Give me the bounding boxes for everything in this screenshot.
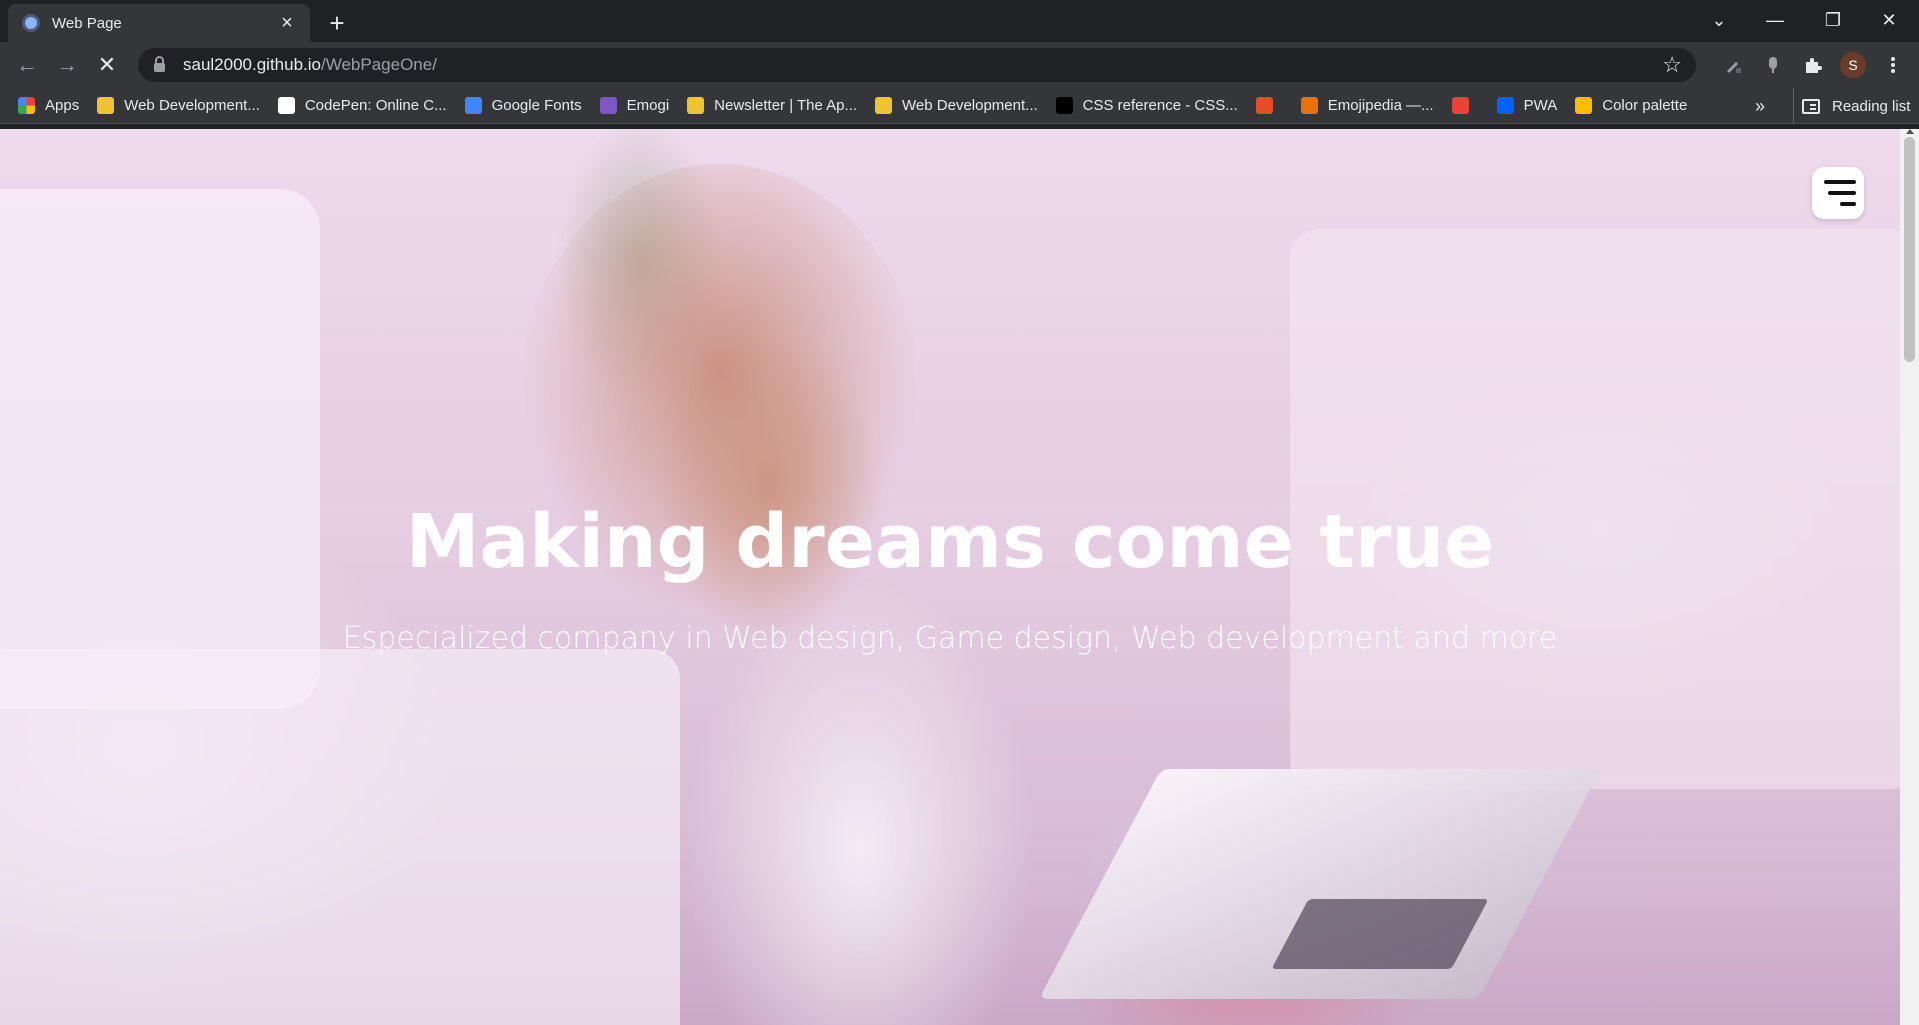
page-viewport: Making dreams come true Especialized com… (0, 129, 1900, 1025)
bookmark-item[interactable]: Web Development... (875, 97, 1038, 114)
new-tab-button[interactable]: + (322, 8, 352, 38)
reading-list-button[interactable]: Reading list (1793, 88, 1910, 124)
dropbox-icon (1496, 97, 1514, 114)
bookmark-label: Color palette (1602, 97, 1688, 114)
lock-icon (154, 55, 165, 72)
tab-search-button[interactable]: ⌄ (1696, 0, 1742, 40)
reading-list-icon (1802, 98, 1820, 114)
menu-line (1824, 180, 1856, 184)
bookmarks-overflow-button[interactable]: » (1755, 88, 1765, 124)
menu-line (1828, 191, 1856, 195)
bookmark-item[interactable]: CodePen: Online C... (277, 97, 447, 114)
browser-toolbar: ← → ✕ saul2000.github.io /WebPageOne/ ☆ … (0, 42, 1919, 88)
hero-subtitle: Especialized company in Web design, Game… (342, 621, 1558, 656)
scroll-up-arrow-icon[interactable] (1906, 129, 1914, 134)
bookmark-item[interactable]: Emojipedia —... (1300, 97, 1434, 114)
globe-icon (22, 14, 40, 32)
kebab-menu-icon[interactable] (1876, 48, 1910, 82)
hero-background-keyboard (1271, 899, 1489, 969)
reading-list-label: Reading list (1832, 97, 1911, 115)
page-scrollbar[interactable] (1900, 129, 1919, 1025)
browser-tab-active[interactable]: Web Page × (8, 4, 310, 42)
extension-pen-icon[interactable] (1716, 48, 1750, 82)
bookmarks-bar: Apps Web Development... CodePen: Online C.… (0, 88, 1919, 124)
bookmark-item[interactable] (1255, 97, 1283, 114)
extensions-puzzle-icon[interactable] (1796, 48, 1830, 82)
bookmark-item[interactable]: Google Fonts (464, 97, 582, 114)
bookmark-label: CSS reference - CSS... (1082, 97, 1238, 114)
developer-badge-icon (97, 97, 115, 114)
bookmark-label: Web Development... (902, 97, 1038, 114)
bookmark-label: Web Development... (124, 97, 260, 114)
hero-title: Making dreams come true (405, 499, 1495, 585)
bookmark-label: Newsletter | The Ap... (714, 97, 858, 114)
bookmark-item[interactable]: Color palette (1575, 97, 1687, 114)
bookmark-star-icon[interactable]: ☆ (1662, 52, 1682, 78)
address-bar[interactable]: saul2000.github.io /WebPageOne/ ☆ (138, 48, 1696, 82)
bookmark-item[interactable]: Web Development... (97, 97, 260, 114)
color-palette-icon (1575, 97, 1593, 114)
extension-mic-icon[interactable] (1756, 48, 1790, 82)
apps-grid-icon (18, 97, 35, 114)
developer-badge-icon (687, 97, 705, 114)
google-fonts-icon (464, 97, 482, 114)
profile-avatar[interactable]: S (1840, 52, 1866, 78)
restore-button[interactable]: ❐ (1810, 0, 1856, 40)
scrollbar-thumb[interactable] (1904, 137, 1915, 362)
tab-close-icon[interactable]: × (276, 12, 298, 34)
minimize-button[interactable]: — (1752, 0, 1798, 40)
back-button[interactable]: ← (10, 48, 44, 82)
gmail-icon (1451, 97, 1469, 114)
bookmark-item[interactable]: CSS reference - CSS... (1055, 97, 1238, 114)
tab-title: Web Page (52, 14, 122, 32)
bookmark-item[interactable]: Newsletter | The Ap... (687, 97, 857, 114)
bookmark-label: Emogi (626, 97, 670, 114)
bookmark-label: Google Fonts (491, 97, 582, 114)
url-host: saul2000.github.io (183, 55, 322, 74)
bookmark-item[interactable]: Apps (18, 97, 79, 114)
bookmark-label: PWA (1523, 97, 1558, 114)
bookmark-label: Emojipedia —... (1327, 97, 1434, 114)
close-window-button[interactable]: ✕ (1866, 0, 1912, 40)
html5-icon (1255, 97, 1273, 114)
hero-background-seat (0, 649, 680, 1025)
hamburger-menu-icon[interactable] (1812, 167, 1864, 219)
bookmark-label: CodePen: Online C... (304, 97, 447, 114)
browser-titlebar: Web Page × + ⌄ — ❐ ✕ (0, 0, 1919, 42)
bookmark-item[interactable]: PWA (1496, 97, 1558, 114)
bookmark-label: Apps (45, 97, 80, 114)
emojipedia-icon (1300, 97, 1318, 114)
forward-button[interactable]: → (50, 48, 84, 82)
developer-badge-icon (875, 97, 893, 114)
bookmark-item[interactable] (1451, 97, 1479, 114)
bookmark-item[interactable]: Emogi (599, 97, 670, 114)
mdn-icon (1055, 97, 1073, 114)
url-path: /WebPageOne/ (321, 55, 437, 74)
emogi-icon (599, 97, 617, 114)
codepen-icon (277, 97, 295, 114)
stop-loading-button[interactable]: ✕ (90, 48, 124, 82)
menu-line (1840, 202, 1856, 206)
